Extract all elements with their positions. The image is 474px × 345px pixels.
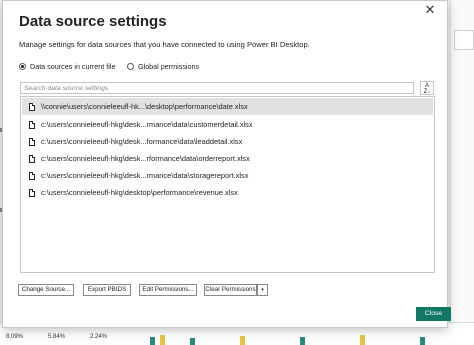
edit-permissions-button[interactable]: Edit Permissions... bbox=[139, 284, 197, 296]
radio-current-file[interactable]: Data sources in current file bbox=[19, 62, 116, 71]
data-source-settings-dialog: ✕ Data source settings Manage settings f… bbox=[2, 0, 451, 328]
list-item[interactable]: c:\users\connieleeufl-hkg\desktop\perfor… bbox=[22, 184, 433, 201]
radio-global-permissions[interactable]: Global permissions bbox=[127, 62, 199, 71]
background-side-panel bbox=[450, 0, 474, 345]
data-source-path: c:\users\connieleeufl-hkg\desk...rmance\… bbox=[41, 120, 253, 129]
background-value: 5.84% bbox=[48, 334, 66, 340]
radio-label: Global permissions bbox=[138, 62, 200, 71]
radio-selected-icon bbox=[19, 63, 26, 70]
background-chart-bar bbox=[300, 337, 305, 345]
file-icon bbox=[29, 154, 35, 163]
background-chart-bar bbox=[160, 335, 165, 345]
sort-az-icon[interactable]: A Z↓ bbox=[420, 81, 434, 95]
background-chart-bar bbox=[360, 335, 365, 345]
background-chart-bar bbox=[150, 337, 155, 345]
radio-label: Data sources in current file bbox=[30, 62, 116, 71]
export-pbids-button[interactable]: Export PBIDS bbox=[83, 284, 131, 296]
radio-unselected-icon bbox=[127, 63, 134, 70]
background-value: 2.24% bbox=[90, 334, 108, 340]
file-icon bbox=[29, 102, 35, 111]
dialog-title: Data source settings bbox=[19, 13, 167, 30]
data-source-list: \\connie\users\connieleeufl-hk...\deskto… bbox=[20, 96, 435, 273]
file-icon bbox=[29, 137, 35, 146]
change-source-button[interactable]: Change Source... bbox=[18, 284, 74, 296]
data-source-path: \\connie\users\connieleeufl-hk...\deskto… bbox=[41, 102, 248, 111]
list-item[interactable]: \\connie\users\connieleeufl-hk...\deskto… bbox=[22, 98, 433, 115]
background-chart-bar bbox=[420, 337, 425, 345]
list-item[interactable]: c:\users\connieleeufl-hkg\desk...rmance\… bbox=[22, 116, 433, 133]
clear-permissions-button[interactable]: Clear Permissions bbox=[204, 284, 257, 296]
close-button[interactable]: Close bbox=[416, 307, 451, 321]
dialog-description: Manage settings for data sources that yo… bbox=[19, 40, 310, 49]
background-chart-bar bbox=[190, 338, 195, 345]
background-chart-bar bbox=[240, 336, 245, 345]
background-panel-box bbox=[454, 30, 474, 50]
close-icon[interactable]: ✕ bbox=[421, 2, 439, 20]
chevron-down-icon[interactable]: ▾ bbox=[257, 284, 268, 296]
data-source-path: c:\users\connieleeufl-hkg\desk...rmance\… bbox=[41, 171, 249, 180]
list-item[interactable]: c:\users\connieleeufl-hkg\desk...rmance\… bbox=[22, 167, 433, 184]
file-icon bbox=[29, 188, 35, 197]
file-icon bbox=[29, 171, 35, 180]
file-icon bbox=[29, 120, 35, 129]
list-item[interactable]: c:\users\connieleeufl-hkg\desk...formanc… bbox=[22, 133, 433, 150]
background-value: 8.09% bbox=[6, 334, 24, 340]
list-item[interactable]: c:\users\connieleeufl-hkg\desk...rforman… bbox=[22, 150, 433, 167]
data-source-path: c:\users\connieleeufl-hkg\desk...rforman… bbox=[41, 154, 250, 163]
search-input[interactable]: Search data source settings bbox=[20, 82, 414, 94]
data-source-path: c:\users\connieleeufl-hkg\desktop\perfor… bbox=[41, 188, 238, 197]
data-source-path: c:\users\connieleeufl-hkg\desk...formanc… bbox=[41, 137, 243, 146]
